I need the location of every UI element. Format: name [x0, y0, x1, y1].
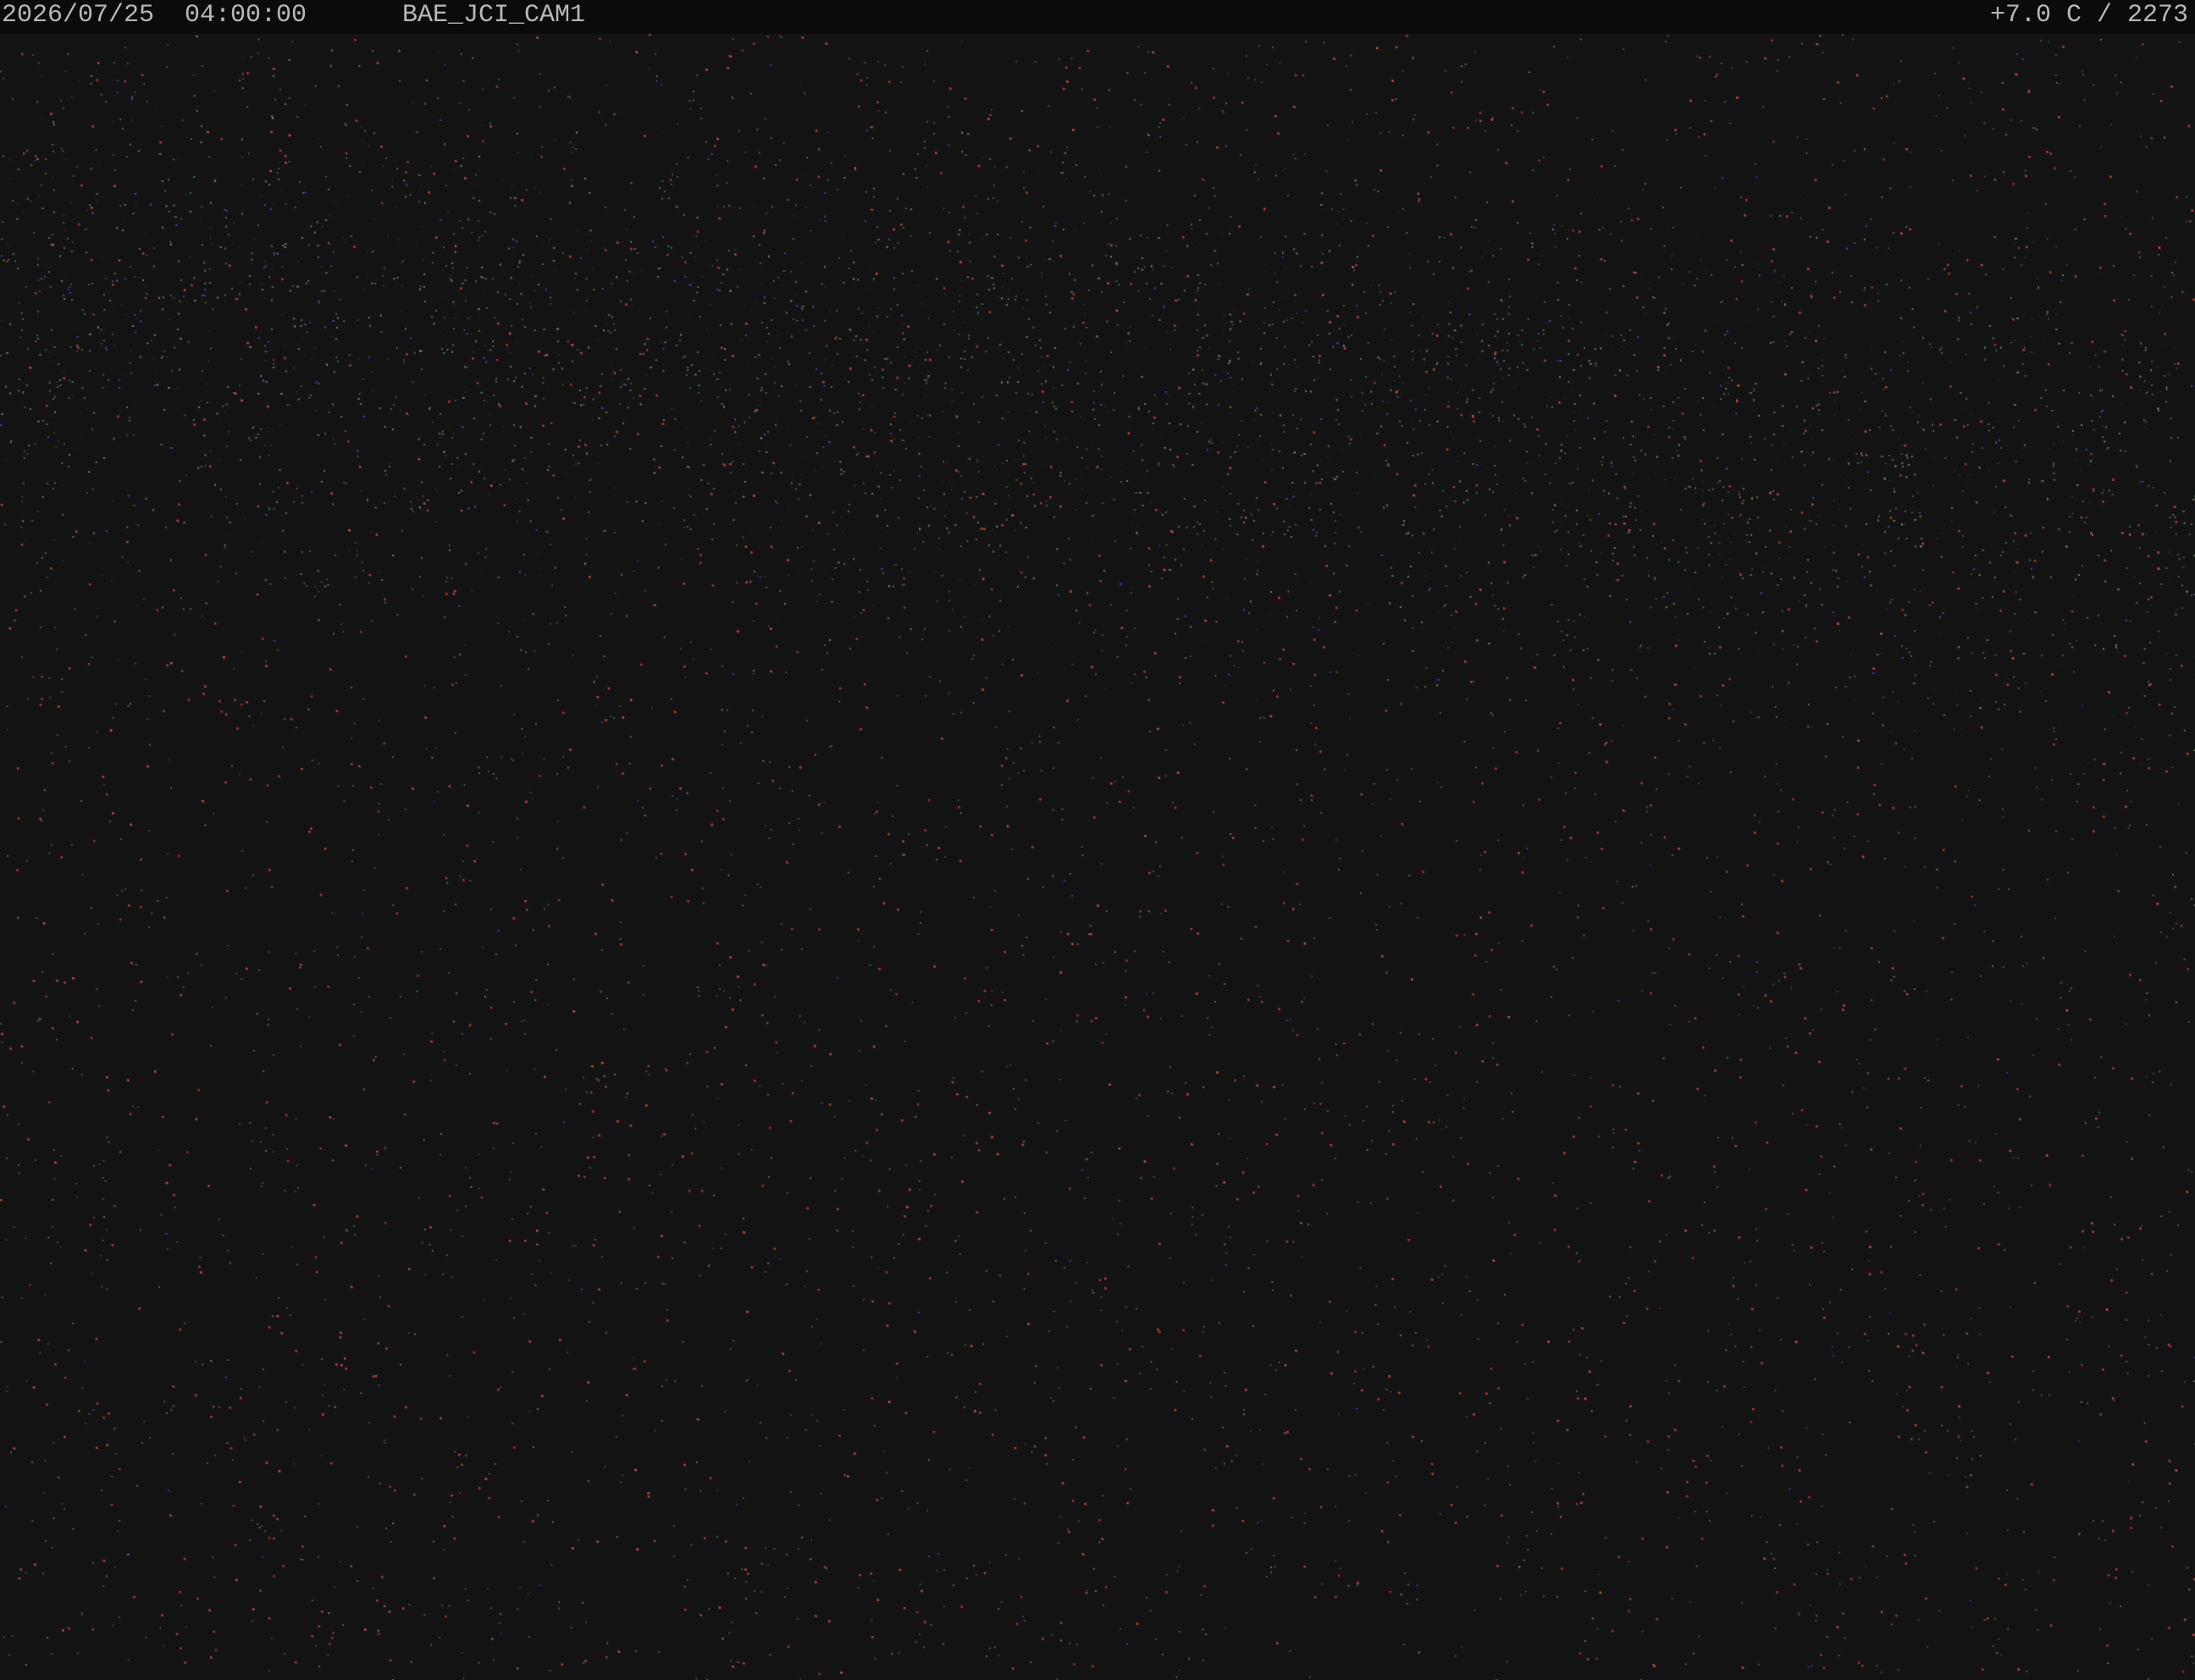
- camera-frame: 2026/07/25 04:00:00 BAE_JCI_CAM1 +7.0 C …: [0, 0, 2195, 1680]
- camera-id-label: BAE_JCI_CAM1: [402, 1, 586, 30]
- timestamp-label: 2026/07/25 04:00:00: [2, 1, 307, 30]
- night-sky-image: [0, 0, 2195, 1680]
- temperature-label: +7.0 C / 2273: [1989, 1, 2188, 30]
- camera-overlay-bar: 2026/07/25 04:00:00 BAE_JCI_CAM1 +7.0 C …: [0, 0, 2195, 34]
